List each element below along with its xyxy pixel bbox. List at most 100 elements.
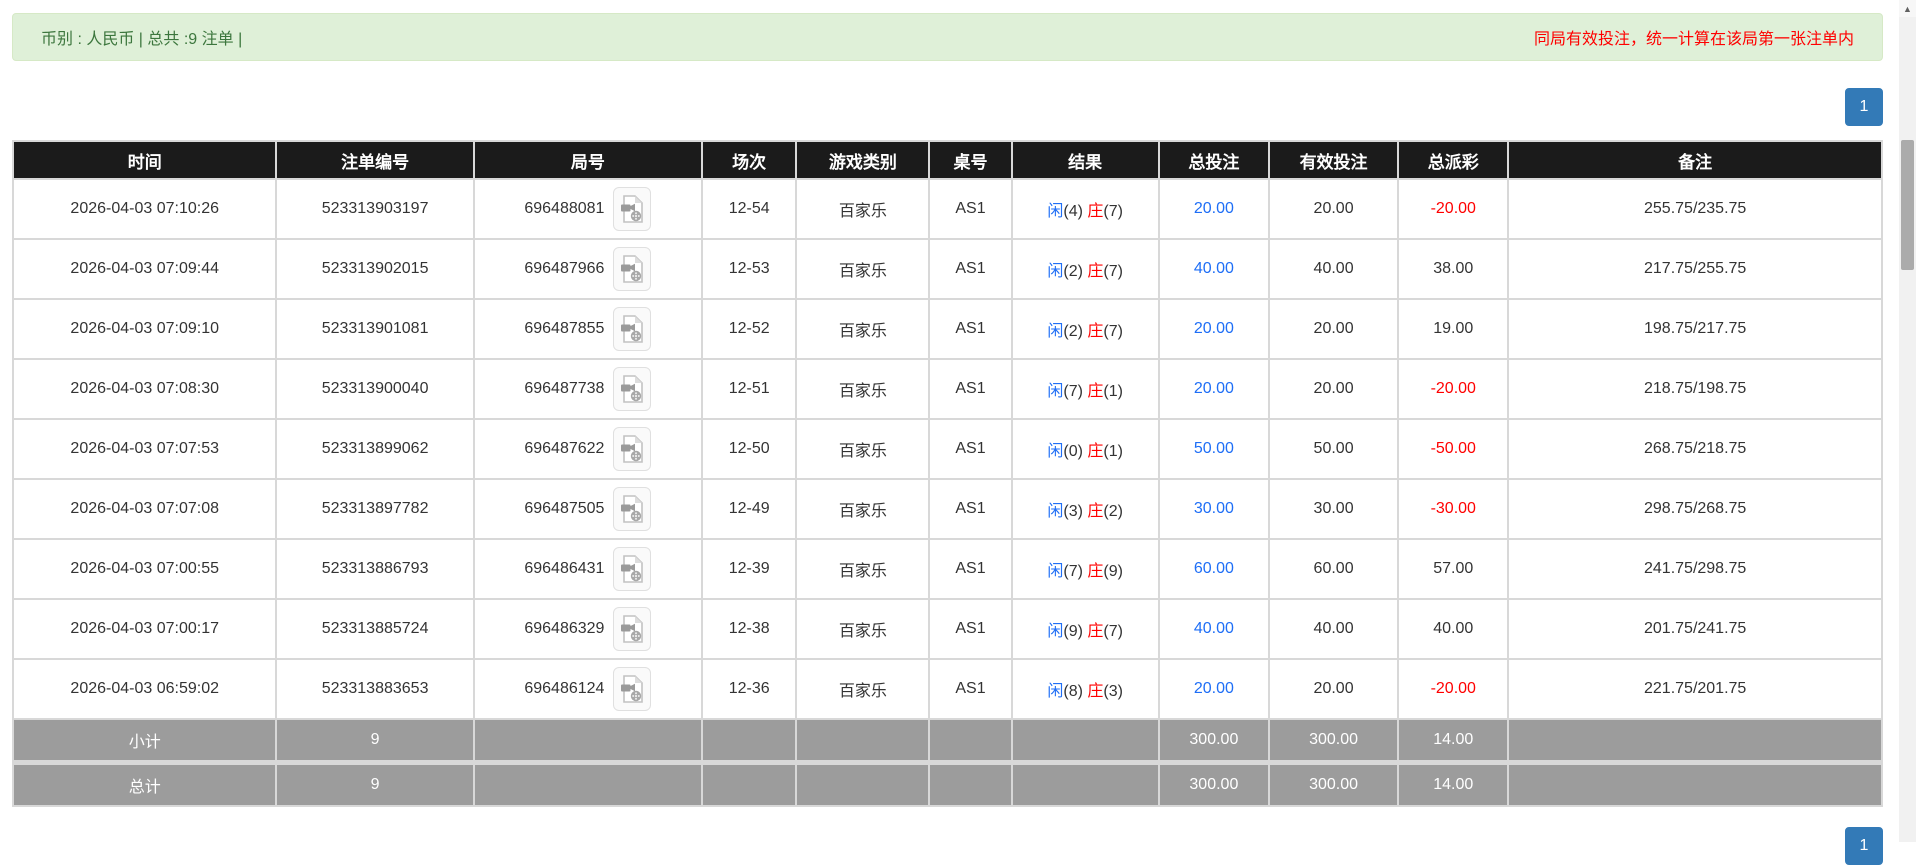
round-id-text: 696488081 — [524, 200, 605, 217]
cell-table-no: AS1 — [928, 178, 1013, 240]
round-id-text: 696486329 — [524, 620, 605, 637]
video-button[interactable] — [613, 667, 652, 711]
video-icon — [621, 495, 644, 523]
cell-result: 闲(2) 庄(7) — [1010, 298, 1160, 360]
video-icon — [621, 315, 644, 343]
cell-payout: -20.00 — [1397, 358, 1510, 420]
cell-bet-id: 523313886793 — [275, 538, 475, 600]
video-button[interactable] — [613, 367, 652, 411]
cell-remark: 221.75/201.75 — [1507, 658, 1883, 720]
video-button[interactable] — [613, 247, 652, 291]
cell-payout: -20.00 — [1397, 178, 1510, 240]
cell-table-no: AS1 — [928, 418, 1013, 480]
cell-result: 闲(8) 庄(3) — [1010, 658, 1160, 720]
video-icon — [621, 555, 644, 583]
result-banker-label: 庄 — [1087, 203, 1104, 220]
result-player-label: 闲 — [1047, 503, 1064, 520]
cell-session: 12-53 — [701, 238, 798, 300]
page-1-button-bottom[interactable]: 1 — [1845, 827, 1883, 865]
result-banker-score: (7) — [1103, 323, 1123, 340]
cell-remark: 298.75/268.75 — [1507, 478, 1883, 540]
total-row: 总计 9 300.00 300.00 14.00 — [11, 760, 1883, 807]
column-header-3: 场次 — [701, 140, 798, 180]
total-bet-link[interactable]: 60.00 — [1194, 560, 1234, 577]
scroll-up-icon[interactable]: ▲ — [1899, 0, 1916, 17]
video-button[interactable] — [613, 307, 652, 351]
round-id-text: 696487505 — [524, 500, 605, 517]
cell-time: 2026-04-03 07:07:53 — [11, 418, 278, 480]
cell-valid-bet: 20.00 — [1267, 358, 1400, 420]
cell-bet-id: 523313902015 — [275, 238, 475, 300]
cell-remark: 201.75/241.75 — [1507, 598, 1883, 660]
subtotal-label: 小计 — [11, 718, 278, 764]
total-bet-link[interactable]: 20.00 — [1194, 680, 1234, 697]
total-bet-link[interactable]: 20.00 — [1194, 320, 1234, 337]
result-player-label: 闲 — [1047, 263, 1064, 280]
result-player-label: 闲 — [1047, 383, 1064, 400]
cell-round-id: 696488081 — [472, 178, 704, 240]
cell-table-no: AS1 — [928, 478, 1013, 540]
page-container: 币别 : 人民币 | 总共 :9 注单 | 同局有效投注，统一计算在该局第一张注… — [11, 13, 1883, 865]
cell-remark: 255.75/235.75 — [1507, 178, 1883, 240]
video-icon — [621, 615, 644, 643]
currency-total-text: 币别 : 人民币 | 总共 :9 注单 | — [41, 31, 243, 48]
cell-valid-bet: 20.00 — [1267, 178, 1400, 240]
cell-round-id: 696486329 — [472, 598, 704, 660]
total-bet-link[interactable]: 40.00 — [1194, 260, 1234, 277]
cell-remark: 218.75/198.75 — [1507, 358, 1883, 420]
cell-bet-id: 523313897782 — [275, 478, 475, 540]
cell-bet-id: 523313883653 — [275, 658, 475, 720]
cell-payout: 38.00 — [1397, 238, 1510, 300]
cell-valid-bet: 40.00 — [1267, 598, 1400, 660]
cell-total-bet: 50.00 — [1157, 418, 1270, 480]
result-player-score: (8) — [1063, 683, 1088, 700]
column-header-2: 局号 — [472, 140, 704, 180]
cell-round-id: 696486431 — [472, 538, 704, 600]
video-button[interactable] — [613, 607, 652, 651]
cell-table-no: AS1 — [928, 538, 1013, 600]
column-header-0: 时间 — [11, 140, 278, 180]
cell-time: 2026-04-03 07:10:26 — [11, 178, 278, 240]
scrollbar-thumb[interactable] — [1901, 140, 1914, 270]
total-bet-link[interactable]: 20.00 — [1194, 380, 1234, 397]
cell-round-id: 696486124 — [472, 658, 704, 720]
cell-valid-bet: 30.00 — [1267, 478, 1400, 540]
cell-payout: -50.00 — [1397, 418, 1510, 480]
total-bet-link[interactable]: 20.00 — [1194, 200, 1234, 217]
result-player-score: (0) — [1063, 443, 1088, 460]
cell-result: 闲(7) 庄(9) — [1010, 538, 1160, 600]
column-header-1: 注单编号 — [275, 140, 475, 180]
pagination-top: 1 — [12, 88, 1883, 126]
cell-total-bet: 20.00 — [1157, 178, 1270, 240]
total-label: 总计 — [11, 760, 278, 807]
vertical-scrollbar[interactable]: ▲ — [1899, 0, 1916, 842]
video-button[interactable] — [613, 547, 652, 591]
total-bet-link[interactable]: 50.00 — [1194, 440, 1234, 457]
cell-valid-bet: 40.00 — [1267, 238, 1400, 300]
cell-valid-bet: 60.00 — [1267, 538, 1400, 600]
cell-result: 闲(9) 庄(7) — [1010, 598, 1160, 660]
result-player-label: 闲 — [1047, 623, 1064, 640]
table-row: 2026-04-03 07:09:44 523313902015 696487966… — [11, 238, 1883, 300]
round-id-text: 696486124 — [524, 680, 605, 697]
table-row: 2026-04-03 07:00:17 523313885724 696486329… — [11, 598, 1883, 660]
column-header-10: 备注 — [1507, 140, 1883, 180]
cell-result: 闲(4) 庄(7) — [1010, 178, 1160, 240]
cell-game-type: 百家乐 — [795, 598, 931, 660]
cell-session: 12-50 — [701, 418, 798, 480]
cell-table-no: AS1 — [928, 598, 1013, 660]
cell-session: 12-39 — [701, 538, 798, 600]
video-button[interactable] — [613, 487, 652, 531]
total-bet-link[interactable]: 30.00 — [1194, 500, 1234, 517]
cell-game-type: 百家乐 — [795, 538, 931, 600]
page-1-button[interactable]: 1 — [1845, 88, 1883, 126]
video-button[interactable] — [613, 187, 652, 231]
result-banker-label: 庄 — [1087, 443, 1104, 460]
total-bet-link[interactable]: 40.00 — [1194, 620, 1234, 637]
cell-session: 12-54 — [701, 178, 798, 240]
round-id-text: 696487855 — [524, 320, 605, 337]
result-player-score: (4) — [1063, 203, 1088, 220]
cell-result: 闲(7) 庄(1) — [1010, 358, 1160, 420]
video-button[interactable] — [613, 427, 652, 471]
cell-bet-id: 523313899062 — [275, 418, 475, 480]
